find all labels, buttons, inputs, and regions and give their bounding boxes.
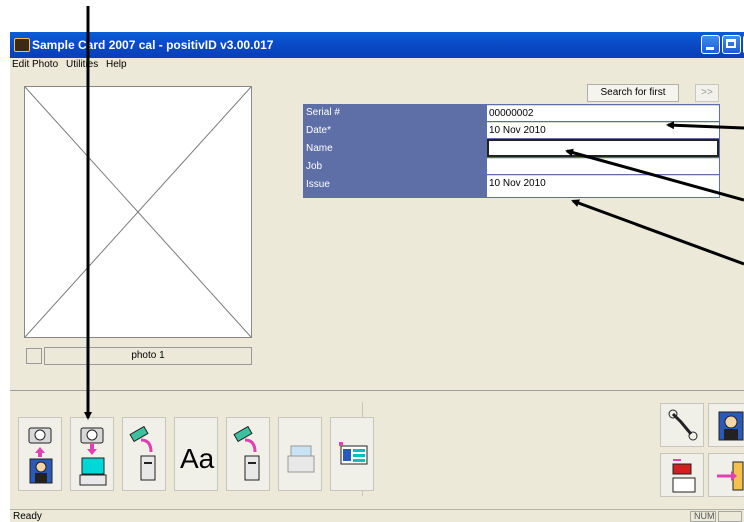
arrow-to-date-field [666,121,744,130]
arrow-to-name-field [565,148,744,202]
annotation-arrows [84,6,744,420]
arrow-to-issue-field [571,199,744,266]
